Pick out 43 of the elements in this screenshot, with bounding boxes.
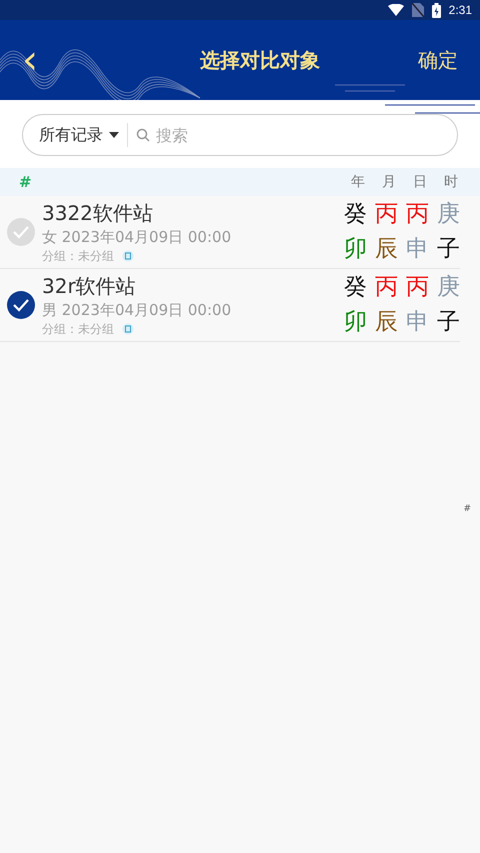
- pillar-char: 丙: [406, 201, 429, 228]
- wifi-icon: [388, 4, 404, 16]
- battery-icon: [432, 2, 441, 18]
- check-icon[interactable]: [6, 290, 36, 320]
- pillar-char: 卯: [344, 309, 367, 336]
- column-heading: 年: [351, 173, 365, 191]
- column-heading: 月: [382, 173, 396, 191]
- record-group: 分组：未分组: [42, 321, 114, 337]
- caret-icon: [109, 132, 119, 138]
- pillar-char: 庚: [437, 201, 460, 228]
- pillar-char: 癸: [344, 201, 367, 228]
- pillar-char: 丙: [406, 274, 429, 301]
- search-field[interactable]: 所有记录 搜索: [22, 114, 458, 156]
- record-info: 女 2023年04月09日 00:00: [42, 227, 232, 248]
- confirm-button[interactable]: 确定: [418, 46, 458, 74]
- no-sim-icon: [412, 3, 424, 17]
- record-name: 3322软件站: [42, 200, 154, 226]
- pillar-char: 辰: [375, 309, 398, 336]
- record-group: 分组：未分组: [42, 248, 114, 264]
- status-time: 2:31: [448, 3, 472, 17]
- pillar-char: 子: [437, 236, 460, 263]
- pillar-char: 卯: [344, 236, 367, 263]
- pillar-char: 申: [406, 309, 429, 336]
- pillar-char: 癸: [344, 274, 367, 301]
- column-heading: 时: [444, 173, 458, 191]
- page-title: 选择对比对象: [200, 46, 320, 74]
- search-icon: [136, 128, 150, 142]
- pillar-char: 子: [437, 309, 460, 336]
- pillar-char: 庚: [437, 274, 460, 301]
- badge-icon: [122, 323, 134, 335]
- pillar-char: 辰: [375, 236, 398, 263]
- index-letter[interactable]: #: [463, 504, 471, 514]
- back-button[interactable]: ‹: [18, 40, 42, 80]
- badge-icon: [122, 250, 134, 262]
- check-icon[interactable]: [6, 217, 36, 247]
- section-letter: #: [19, 173, 32, 191]
- records-dropdown[interactable]: 所有记录: [39, 124, 103, 146]
- pillar-char: 申: [406, 236, 429, 263]
- record-info: 男 2023年04月09日 00:00: [42, 300, 232, 321]
- pillar-char: 丙: [375, 201, 398, 228]
- column-heading: 日: [413, 173, 427, 191]
- record-name: 32r软件站: [42, 273, 137, 299]
- pillar-char: 丙: [375, 274, 398, 301]
